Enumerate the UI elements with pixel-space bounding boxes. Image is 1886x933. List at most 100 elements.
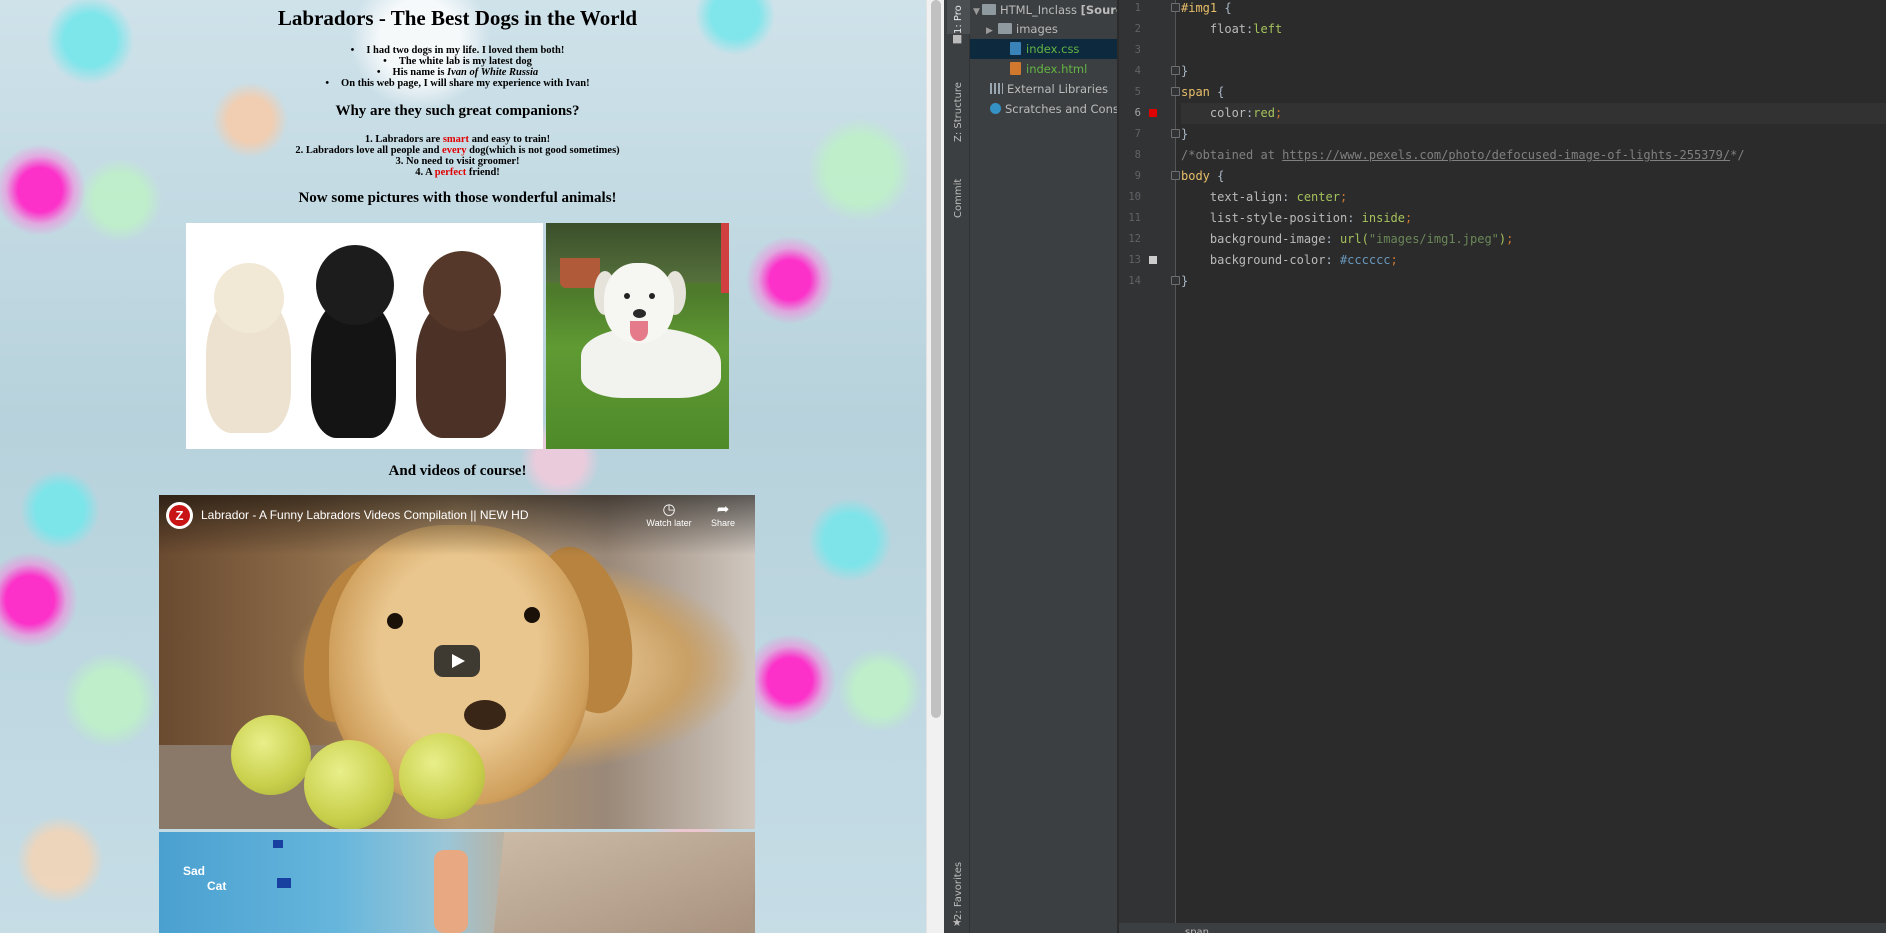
list-item: 3. No need to visit groomer! (0, 156, 915, 167)
tree-item-images[interactable]: ▶ images (970, 19, 1117, 39)
list-item: I had two dogs in my life. I loved them … (0, 45, 915, 56)
tab-label: 1: Pro (953, 5, 964, 34)
css-value: inside (1361, 211, 1405, 225)
play-button[interactable] (434, 645, 480, 677)
code-comment: */ (1730, 148, 1745, 162)
code-line: } (1181, 61, 1886, 82)
commit-tool-tab[interactable]: Commit (947, 160, 970, 218)
second-video-embed[interactable]: Sad Cat (159, 832, 755, 933)
css-property: background-color (1209, 253, 1326, 267)
code-token: { (1209, 169, 1225, 183)
code-line: list-style-position: inside; (1209, 211, 1413, 225)
fold-marker-icon[interactable] (1171, 3, 1180, 12)
code-editor[interactable]: 1 2 3 4 5 6 7 8 9 10 11 12 13 14 #img1 {… (1119, 0, 1886, 933)
css-selector: body (1181, 169, 1210, 183)
lab-eye (649, 293, 655, 299)
highlight-word: perfect (434, 167, 467, 178)
line-number: 1 (1134, 2, 1141, 14)
reason-text: 4. A (415, 167, 435, 178)
tree-item-project-root[interactable]: ▼HTML_Inclass [Sourc (970, 0, 1117, 20)
watch-later-label: Watch later (646, 518, 692, 528)
youtube-video-embed[interactable]: Z Labrador - A Funny Labradors Videos Co… (159, 495, 755, 829)
list-item: 2. Labradors love all people and every d… (0, 145, 915, 156)
code-token: } (1181, 274, 1189, 288)
project-tool-tab[interactable]: 1: Pro (947, 0, 970, 34)
tree-item-external-libraries[interactable]: External Libraries (970, 79, 1117, 99)
list-item-text: I had two dogs in my life. I loved them … (366, 45, 565, 56)
lab-tongue (630, 321, 648, 341)
code-token: { (1209, 85, 1225, 99)
code-line: #img1 { (1181, 0, 1886, 19)
watch-later-button[interactable]: ◷ Watch later (643, 501, 695, 528)
list-item: His name is Ivan of White Russia (0, 67, 915, 78)
comment-url-link[interactable]: https://www.pexels.com/photo/defocused-i… (1282, 148, 1730, 162)
watermark-line: Sad (183, 864, 206, 878)
blue-square (273, 840, 283, 848)
library-icon (990, 83, 1003, 94)
page-title: Labradors - The Best Dogs in the World (277, 6, 638, 30)
color-swatch-gray[interactable] (1149, 256, 1157, 264)
css-function: url( (1339, 232, 1369, 246)
scrollbar-thumb[interactable] (931, 0, 941, 718)
reason-text: 1. Labradors are (364, 134, 443, 145)
fold-marker-icon[interactable] (1171, 129, 1180, 138)
line-number: 14 (1128, 275, 1141, 287)
tree-item-label: External Libraries (1007, 82, 1109, 96)
list-item: 1. Labradors are smart and easy to train… (0, 134, 915, 145)
list-item-text: On this web page, I will share my experi… (341, 78, 590, 89)
share-button[interactable]: ➦ Share (697, 501, 749, 528)
tree-item-index-css[interactable]: index.css (970, 39, 1117, 59)
video-title-link[interactable]: Labrador - A Funny Labradors Videos Comp… (201, 508, 529, 522)
tree-item-index-html[interactable]: index.html (970, 59, 1117, 79)
white-lab-photo (546, 223, 729, 449)
fold-marker-icon[interactable] (1171, 87, 1180, 96)
tree-item-scratches[interactable]: Scratches and Conso (970, 99, 1117, 119)
watermark-line: Cat (207, 879, 227, 893)
breadcrumb-text[interactable]: span (1185, 923, 1209, 933)
code-line: /*obtained at https://www.pexels.com/pho… (1181, 145, 1886, 166)
highlight-word: every (442, 145, 467, 156)
code-token: } (1181, 127, 1189, 141)
dog-name: Ivan of White Russia (447, 67, 539, 78)
css-property: float (1209, 22, 1247, 36)
list-item: 4. A perfect friend! (0, 167, 915, 178)
channel-logo[interactable]: Z (166, 502, 193, 529)
chocolate-puppy-head (423, 251, 501, 331)
line-number: 10 (1128, 191, 1141, 203)
video-dog-nose (464, 700, 506, 730)
reason-text: dog(which is not good sometimes) (466, 145, 620, 156)
browser-scrollbar[interactable] (926, 0, 944, 933)
heading-videos: And videos of course! (388, 463, 527, 479)
line-number: 13 (1128, 254, 1141, 266)
code-line: background-color: #cccccc; (1209, 253, 1398, 267)
css-value: left (1253, 22, 1283, 36)
css-value: red (1253, 106, 1275, 120)
tab-label: Z: Structure (953, 82, 964, 142)
clock-icon: ◷ (662, 501, 676, 518)
list-item: On this web page, I will share my experi… (0, 78, 915, 89)
css-hex-value: #cccccc (1339, 253, 1391, 267)
line-number: 12 (1128, 233, 1141, 245)
folder-icon (998, 23, 1012, 34)
current-code-line: color:red; (1181, 103, 1886, 124)
css-selector: #img1 (1181, 1, 1218, 15)
tree-item-label: HTML_Inclass (1000, 3, 1077, 17)
code-line: } (1181, 271, 1886, 292)
color-swatch-red[interactable] (1149, 109, 1157, 117)
tool-window-stripe: 1: Pro ■ Z: Structure Commit 2: Favorite… (947, 0, 970, 933)
editor-gutter: 1 2 3 4 5 6 7 8 9 10 11 12 13 14 (1119, 0, 1180, 923)
tree-item-label: index.css (1026, 42, 1080, 56)
fold-marker-icon[interactable] (1171, 276, 1180, 285)
line-number: 6 (1134, 107, 1141, 119)
fold-marker-icon[interactable] (1171, 66, 1180, 75)
reason-text: friend! (466, 167, 500, 178)
favorites-tool-tab[interactable]: 2: Favorites (947, 852, 970, 920)
css-property: background-image (1209, 232, 1326, 246)
tennis-ball (304, 740, 394, 829)
fold-marker-icon[interactable] (1171, 171, 1180, 180)
structure-tool-tab[interactable]: Z: Structure (947, 66, 970, 142)
highlight-word: smart (442, 134, 470, 145)
code-line: span { (1181, 82, 1886, 103)
project-tree-panel: ▼HTML_Inclass [Sourc ▶ images index.css i… (970, 0, 1118, 933)
css-value: center (1296, 190, 1340, 204)
